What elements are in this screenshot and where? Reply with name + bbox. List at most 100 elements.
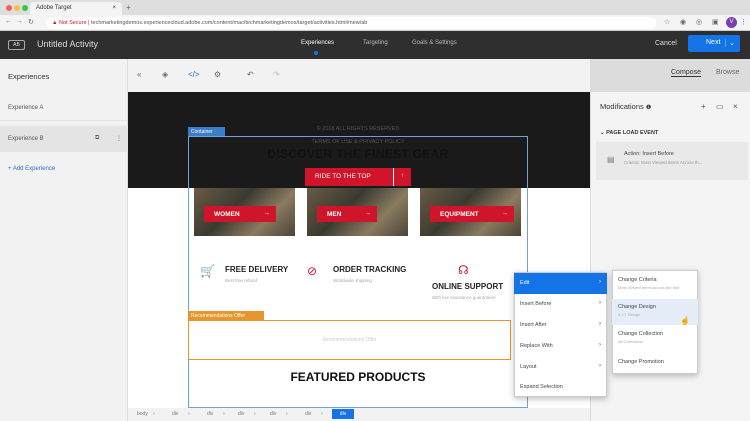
action-criteria: Criteria: Most Viewed Items Across th... <box>624 160 703 165</box>
chevron-right-icon: › <box>599 363 601 369</box>
page-load-event-header[interactable]: ⌄ PAGE LOAD EVENT <box>600 130 658 136</box>
menu-label: Insert Before <box>520 301 552 307</box>
breadcrumb-item[interactable]: div <box>207 411 213 417</box>
profile-avatar[interactable]: V <box>726 17 737 28</box>
forward-icon[interactable]: → <box>16 18 23 25</box>
undo-icon[interactable]: ↶ <box>247 70 254 79</box>
ride-label: RIDE TO THE TOP <box>315 173 371 180</box>
new-tab-icon[interactable]: + <box>126 3 131 12</box>
next-button[interactable]: Next ⌄ <box>688 35 740 52</box>
settings-gear-icon[interactable]: ⚙ <box>214 70 221 79</box>
breadcrumb-item[interactable]: div <box>238 411 244 417</box>
feature-subtitle: Worldwide shipping <box>333 278 372 283</box>
chevron-down-icon[interactable]: ⌄ <box>725 39 735 47</box>
breadcrumb-item[interactable]: div <box>305 411 311 417</box>
chevron-right-icon: › <box>599 279 601 285</box>
cart-icon: 🛒 <box>200 264 215 278</box>
active-step-indicator <box>314 51 318 55</box>
ride-to-top-button[interactable]: RIDE TO THE TOP ↑ <box>305 168 411 186</box>
page-load-event-label: PAGE LOAD EVENT <box>606 130 659 136</box>
maximize-window-icon[interactable] <box>22 5 28 11</box>
featured-products-heading[interactable]: FEATURED PRODUCTS <box>188 370 528 384</box>
reload-icon[interactable]: ↻ <box>28 18 34 26</box>
browser-tab[interactable]: Adobe Target × <box>30 2 122 15</box>
breadcrumb-sep: › <box>321 411 323 417</box>
bookmark-icon[interactable]: ☆ <box>664 18 670 26</box>
document-icon: ▤ <box>607 155 615 164</box>
menu-label: Edit <box>520 280 530 286</box>
breadcrumb-item[interactable]: body <box>137 411 148 417</box>
add-icon[interactable]: + <box>701 102 706 111</box>
experience-label: Experience A <box>8 105 44 111</box>
hero-headline[interactable]: DISCOVER THE FINEST GEAR <box>188 147 528 161</box>
code-icon[interactable]: </> <box>188 70 200 79</box>
recommendations-label: Recommendations Offer <box>188 311 264 320</box>
minimize-window-icon[interactable] <box>14 5 20 11</box>
chevron-right-icon: › <box>599 300 601 306</box>
more-vertical-icon[interactable]: ⋮ <box>116 135 122 142</box>
element-breadcrumb <box>128 408 590 421</box>
women-button[interactable]: WOMEN → <box>204 206 276 222</box>
layers-icon[interactable]: ◈ <box>162 70 168 79</box>
arrow-right-icon: → <box>501 210 509 217</box>
breadcrumb-item[interactable]: div <box>270 411 276 417</box>
url-field[interactable]: ▲ Not Secure | techmarketingdemos.experi… <box>46 17 656 29</box>
extension-icon-2[interactable]: ◎ <box>696 18 702 26</box>
menu-item-expand-selection[interactable]: Expand Selection <box>514 377 607 398</box>
add-experience-link[interactable]: + Add Experience <box>8 166 55 172</box>
arrow-right-icon: → <box>263 210 271 217</box>
menu-item-layout[interactable]: Layout › <box>514 357 607 378</box>
step-experiences[interactable]: Experiences <box>301 40 334 46</box>
cancel-button[interactable]: Cancel <box>655 40 677 47</box>
category-label: EQUIPMENT <box>440 210 479 218</box>
browse-tab[interactable]: Browse <box>716 69 739 76</box>
headset-icon: ☊ <box>458 263 469 277</box>
close-icon[interactable]: × <box>733 102 738 111</box>
redo-icon[interactable]: ↷ <box>273 70 280 79</box>
extension-icon-3[interactable]: ▣ <box>712 18 719 26</box>
menu-item-replace-with[interactable]: Replace With › <box>514 336 607 357</box>
experience-a[interactable]: Experience A <box>0 95 128 121</box>
experience-label: Experience B <box>8 136 44 142</box>
step-goals-settings[interactable]: Goals & Settings <box>412 40 457 46</box>
submenu-change-criteria[interactable]: Change Criteria Most Viewed Items Across … <box>612 272 698 298</box>
breadcrumb-item[interactable]: div <box>172 411 178 417</box>
activity-type-badge: AB <box>8 40 25 50</box>
step-targeting[interactable]: Targeting <box>363 40 388 46</box>
chevron-right-icon: › <box>599 342 601 348</box>
equipment-button[interactable]: EQUIPMENT → <box>430 206 514 222</box>
recommendations-offer-box[interactable]: Recommendations Offer <box>188 320 511 360</box>
feature-subtitle: With live assistance guaranteed <box>432 295 496 300</box>
copyright-text: © 2018 ALL RIGHTS RESERVED <box>316 126 400 132</box>
modifications-label: Modifications <box>600 102 644 111</box>
submenu-change-promotion[interactable]: Change Promotion <box>612 354 698 380</box>
collapse-panel-icon[interactable]: « <box>137 70 141 79</box>
experience-b[interactable]: Experience B ⧉ ⋮ <box>0 126 128 152</box>
back-icon[interactable]: ← <box>5 18 12 25</box>
men-button[interactable]: MEN → <box>317 206 377 222</box>
menu-item-insert-before[interactable]: Insert Before › <box>514 294 607 315</box>
menu-item-edit[interactable]: Edit › <box>514 273 607 294</box>
feature-title: ONLINE SUPPORT <box>432 282 504 291</box>
submenu-sub: Most Viewed Items Across the Site <box>618 285 680 290</box>
chevron-down-icon: ⌄ <box>600 130 605 136</box>
breadcrumb-active[interactable]: div <box>332 409 354 419</box>
menu-item-insert-after[interactable]: Insert After › <box>514 315 607 336</box>
breadcrumb-sep: › <box>223 411 225 417</box>
activity-title[interactable]: Untitled Activity <box>37 39 98 49</box>
feature-subtitle: Best free refund <box>225 278 258 283</box>
close-window-icon[interactable] <box>6 5 12 11</box>
not-secure-label: Not Secure <box>58 20 87 26</box>
arrow-up-icon: ↑ <box>393 168 411 186</box>
tracking-icon: ⊘ <box>307 264 318 278</box>
layout-icon[interactable]: ▭ <box>716 102 724 111</box>
copy-icon[interactable]: ⧉ <box>95 135 99 142</box>
submenu-label: Change Criteria <box>618 277 657 283</box>
submenu-change-collection[interactable]: Change Collection All Collections <box>612 326 698 352</box>
compose-tab[interactable]: Compose <box>671 69 701 77</box>
warning-icon: ▲ <box>52 20 58 26</box>
info-icon[interactable]: ❶ <box>646 105 651 111</box>
more-icon[interactable]: ⋮ <box>740 18 747 26</box>
extension-icon[interactable]: ◉ <box>680 18 686 26</box>
tab-close-icon[interactable]: × <box>112 5 116 11</box>
